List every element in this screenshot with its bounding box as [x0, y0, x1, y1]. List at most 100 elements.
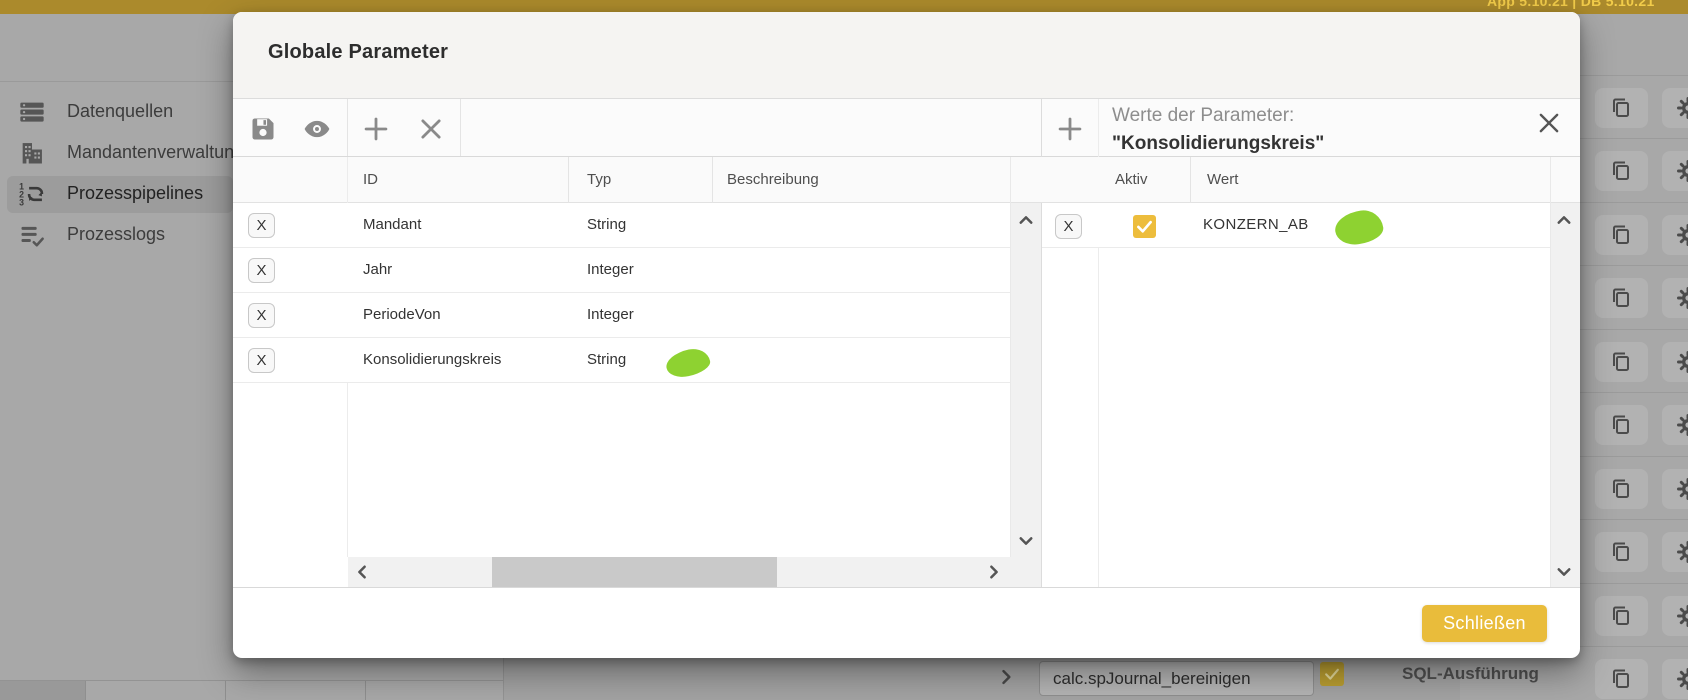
bg-table-border — [225, 681, 226, 700]
toolbar-separator — [347, 99, 348, 156]
bg-pipeline-row — [504, 658, 1460, 700]
gear-button[interactable] — [1662, 532, 1688, 572]
svg-text:3: 3 — [19, 198, 24, 208]
toolbar-separator — [460, 99, 461, 156]
horizontal-scrollbar-thumb[interactable] — [492, 557, 777, 587]
copy-button[interactable] — [1595, 596, 1648, 636]
bg-table-cell — [0, 681, 85, 700]
cell-id: PeriodeVon — [363, 306, 441, 323]
column-header-typ: Typ — [587, 171, 611, 188]
cell-typ: String — [587, 216, 626, 233]
gear-button[interactable] — [1662, 596, 1688, 636]
clients-building-icon — [18, 139, 46, 167]
sidebar-item-label: Datenquellen — [67, 101, 173, 122]
scroll-down-icon[interactable] — [1017, 532, 1035, 550]
sidebar: Datenquellen Mandantenverwaltung 123 Pro… — [0, 14, 233, 700]
cell-id: Jahr — [363, 261, 392, 278]
pipeline-step-checkbox[interactable] — [1320, 662, 1344, 686]
column-header-aktiv: Aktiv — [1115, 171, 1148, 188]
horizontal-scrollbar[interactable] — [348, 557, 1041, 587]
delete-row-button[interactable]: X — [248, 348, 275, 373]
bg-table-border — [85, 681, 86, 700]
copy-button[interactable] — [1595, 151, 1648, 191]
copy-button[interactable] — [1595, 659, 1648, 699]
expand-chevron-icon[interactable] — [996, 667, 1016, 687]
header-separator — [1190, 157, 1191, 203]
values-panel-parameter-name: "Konsolidierungskreis" — [1112, 133, 1324, 155]
screen: App 5.10.21 | DB 5.10.21 Datenquellen Ma… — [0, 0, 1688, 700]
sidebar-item-mandantenverwaltung[interactable]: Mandantenverwaltung — [0, 133, 233, 173]
column-header-wert: Wert — [1207, 171, 1238, 188]
delete-row-button[interactable]: X — [248, 303, 275, 328]
sidebar-item-label: Prozesslogs — [67, 224, 165, 245]
scroll-left-icon[interactable] — [353, 563, 371, 581]
pipeline-step-type-label: SQL-Ausführung — [1402, 664, 1539, 684]
add-value-icon[interactable] — [1056, 115, 1084, 143]
save-icon[interactable] — [249, 115, 277, 143]
delete-row-button[interactable]: X — [248, 258, 275, 283]
values-panel-subtitle: Werte der Parameter: — [1112, 105, 1294, 127]
sidebar-item-datenquellen[interactable]: Datenquellen — [0, 92, 233, 132]
delete-x-icon[interactable] — [417, 115, 445, 143]
scroll-up-icon[interactable] — [1017, 211, 1035, 229]
schliessen-button[interactable]: Schließen — [1422, 605, 1547, 642]
cell-typ: Integer — [587, 261, 634, 278]
copy-button[interactable] — [1595, 215, 1648, 255]
delete-value-button[interactable]: X — [1055, 214, 1082, 239]
gear-button[interactable] — [1662, 151, 1688, 191]
column-header-id: ID — [363, 171, 378, 188]
scroll-right-icon[interactable] — [985, 563, 1003, 581]
copy-button[interactable] — [1595, 532, 1648, 572]
parameter-row: X PeriodeVon Integer — [233, 293, 1010, 338]
copy-button[interactable] — [1595, 469, 1648, 509]
gear-button[interactable] — [1662, 342, 1688, 382]
sidebar-item-prozesspipelines[interactable]: 123 Prozesspipelines — [0, 174, 233, 214]
pipeline-step-name-field[interactable]: calc.spJournal_bereinigen — [1039, 661, 1314, 696]
sidebar-item-prozesslogs[interactable]: Prozesslogs — [0, 215, 233, 255]
parameter-row: X Konsolidierungskreis String — [233, 338, 1010, 383]
cell-typ: Integer — [587, 306, 634, 323]
column-header-beschreibung: Beschreibung — [727, 171, 819, 188]
gear-button[interactable] — [1662, 88, 1688, 128]
cell-id: Mandant — [363, 216, 421, 233]
scroll-up-icon[interactable] — [1555, 211, 1573, 229]
gear-button[interactable] — [1662, 469, 1688, 509]
green-highlight-marker — [664, 346, 712, 381]
copy-button[interactable] — [1595, 278, 1648, 318]
value-row: X KONZERN_AB — [1042, 203, 1550, 248]
bg-divider — [503, 658, 504, 700]
copy-button[interactable] — [1595, 88, 1648, 128]
parameter-row: X Mandant String — [233, 203, 1010, 248]
cell-typ: String — [587, 351, 626, 368]
gear-button[interactable] — [1662, 659, 1688, 699]
scroll-down-icon[interactable] — [1555, 563, 1573, 581]
gear-button[interactable] — [1662, 215, 1688, 255]
header-separator — [712, 157, 713, 203]
add-icon[interactable] — [362, 115, 390, 143]
logs-check-icon — [18, 221, 46, 249]
copy-button[interactable] — [1595, 342, 1648, 382]
data-sources-icon — [18, 98, 46, 126]
pipelines-123-icon: 123 — [18, 180, 46, 208]
cell-wert: KONZERN_AB — [1203, 216, 1309, 233]
close-icon[interactable] — [1536, 110, 1562, 136]
left-vertical-scrollbar[interactable] — [1011, 203, 1041, 557]
right-vertical-scrollbar[interactable] — [1551, 203, 1580, 587]
dialog-title-bar: Globale Parameter — [233, 12, 1580, 98]
bg-table-border — [365, 681, 366, 700]
version-label: App 5.10.21 | DB 5.10.21 — [1487, 0, 1655, 9]
footer-divider — [233, 587, 1580, 588]
sidebar-item-label: Prozesspipelines — [67, 183, 203, 204]
gear-button[interactable] — [1662, 278, 1688, 318]
sidebar-divider — [0, 81, 233, 82]
header-separator — [568, 157, 569, 203]
copy-button[interactable] — [1595, 405, 1648, 445]
parameter-row: X Jahr Integer — [233, 248, 1010, 293]
dialog-title: Globale Parameter — [268, 41, 448, 64]
delete-row-button[interactable]: X — [248, 213, 275, 238]
sidebar-item-label: Mandantenverwaltung — [67, 142, 233, 163]
green-highlight-marker — [1333, 208, 1385, 247]
preview-eye-icon[interactable] — [303, 115, 331, 143]
gear-button[interactable] — [1662, 405, 1688, 445]
aktiv-checkbox[interactable] — [1133, 215, 1156, 238]
